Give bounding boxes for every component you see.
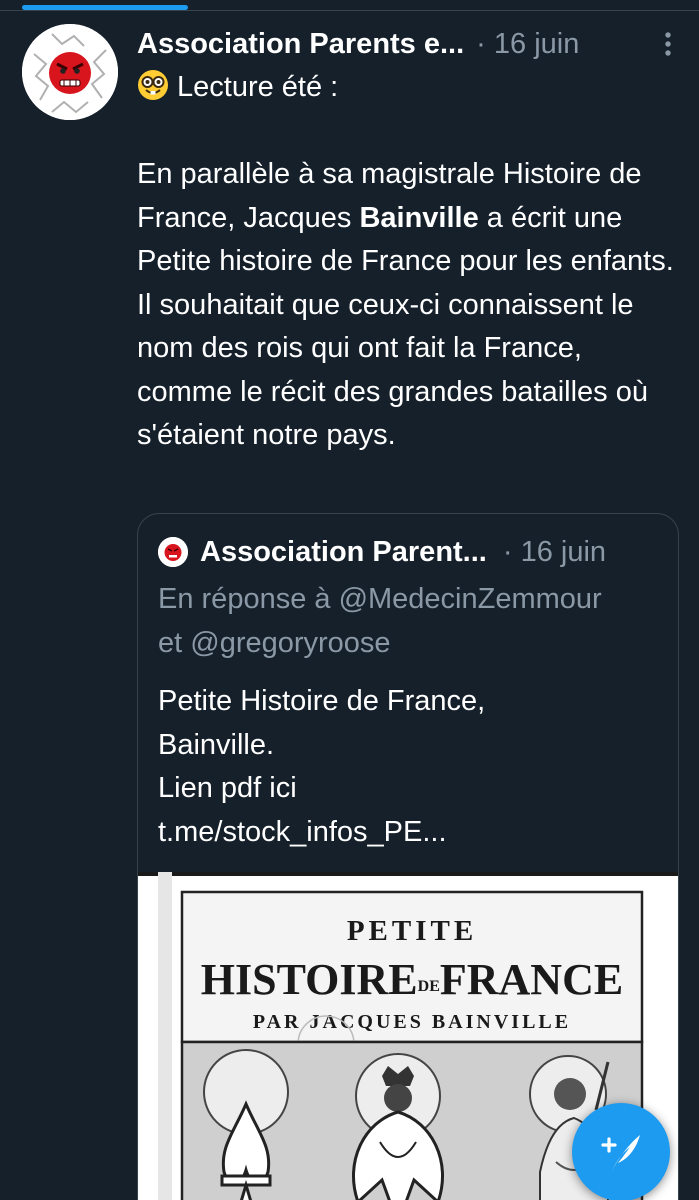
cover-title-line-2: HISTOIREDEFRANCE (201, 955, 623, 1004)
tweet-meta: · 16 juin (476, 28, 579, 61)
tweet-body-bold: Bainville (359, 201, 479, 234)
quoted-author-avatar (158, 537, 188, 567)
reply-prefix: En réponse à (158, 583, 331, 615)
cover-author-line: PAR JACQUES BAINVILLE (253, 1011, 571, 1033)
cover-title-word-1: HISTOIRE (201, 955, 418, 1004)
quoted-text-line: Petite Histoire de France, (158, 685, 486, 717)
reply-context: En réponse à @MedecinZemmour et @gregory… (158, 578, 663, 665)
angry-face-avatar-icon (158, 537, 188, 567)
quoted-text-line: Lien pdf ici (158, 772, 297, 804)
top-divider (0, 10, 699, 11)
quoted-tweet-header: Association Parent... · 16 juin (158, 534, 658, 570)
meta-separator: · (476, 27, 486, 60)
timeline: Association Parents e... · 16 juin Lectu… (0, 0, 699, 1200)
quoted-meta-separator: · (502, 535, 513, 568)
quoted-author-name[interactable]: Association Parent... (200, 536, 487, 569)
tweet-body: En parallèle à sa magistrale Histoire de… (137, 153, 677, 458)
angry-face-avatar-icon (22, 24, 118, 120)
reply-user-link-1[interactable]: @MedecinZemmour (339, 583, 602, 615)
cover-title-word-2: FRANCE (440, 955, 623, 1004)
quoted-text-line: Bainville. (158, 728, 275, 761)
tweet-text: Lecture été : En parallèle à sa magistra… (137, 66, 677, 458)
reply-user-link-2[interactable]: @gregoryroose (190, 627, 390, 659)
quoted-link[interactable]: t.me/stock_infos_PE... (158, 811, 663, 855)
feather-plus-icon (601, 1135, 640, 1171)
tweet-intro: Lecture été : (137, 66, 677, 110)
compose-tweet-button[interactable] (572, 1103, 670, 1200)
quoted-tweet-date: 16 juin (520, 535, 607, 568)
more-options-icon[interactable] (654, 26, 682, 62)
quoted-tweet-card[interactable]: Association Parent... · 16 juin En répon… (137, 513, 679, 1200)
reply-joiner: et (158, 626, 183, 659)
quoted-tweet-meta: · 16 juin (503, 536, 606, 569)
quoted-tweet-text: Petite Histoire de France, Bainville. Li… (158, 680, 663, 854)
tweet-body-part-2: a écrit une Petite histoire de France po… (137, 201, 674, 452)
cover-title-small: DE (418, 978, 440, 995)
author-name[interactable]: Association Parents e... (137, 28, 464, 61)
author-avatar[interactable] (22, 24, 118, 120)
cover-title-line-1: PETITE (347, 915, 477, 947)
tweet-intro-text: Lecture été : (177, 71, 339, 103)
nerd-face-icon (138, 70, 168, 100)
tweet-header: Association Parents e... · 16 juin (137, 22, 682, 66)
tweet-date[interactable]: 16 juin (494, 28, 579, 60)
